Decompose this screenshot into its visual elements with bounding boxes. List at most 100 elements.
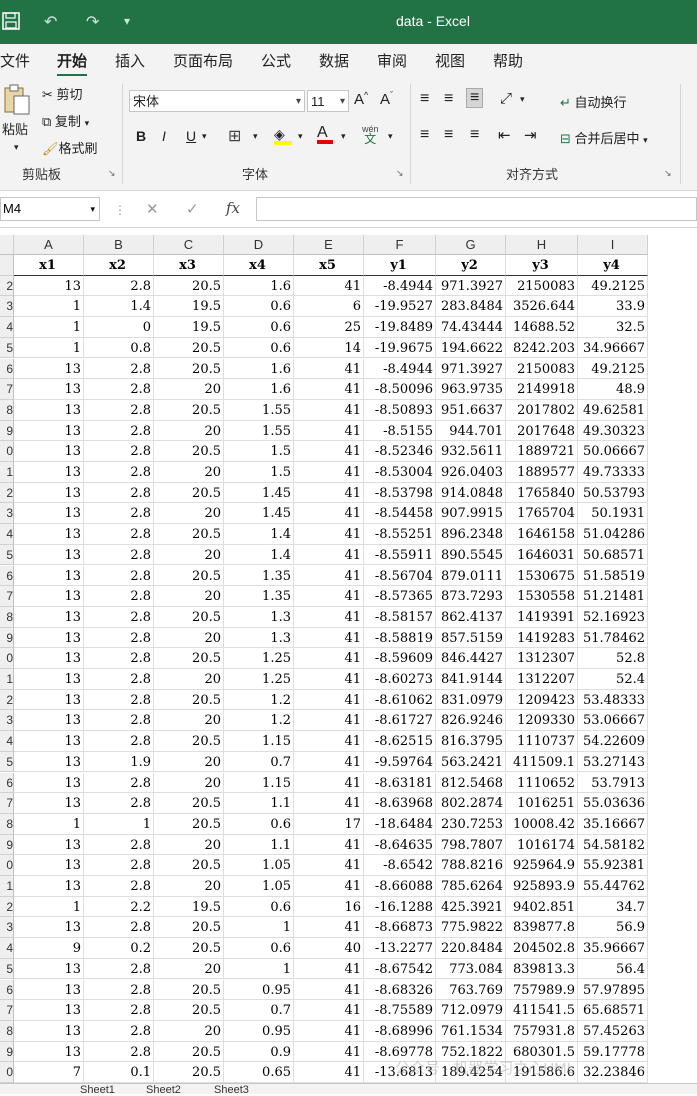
row-header[interactable]: 3	[0, 503, 14, 525]
table-cell[interactable]: 20	[154, 586, 224, 607]
table-cell[interactable]: 1419391	[506, 606, 578, 628]
row-header[interactable]: 9	[0, 627, 14, 649]
row-header[interactable]: 6	[0, 358, 14, 380]
table-cell[interactable]: 20	[154, 503, 224, 525]
table-cell[interactable]: -8.6542	[364, 855, 436, 876]
table-cell[interactable]: 932.5611	[436, 441, 506, 462]
font-dialog-launcher-icon[interactable]: ↘	[396, 168, 404, 179]
format-painter-button[interactable]: 🖌格式刷	[42, 138, 98, 157]
table-cell[interactable]: 41	[294, 689, 364, 711]
table-cell[interactable]: -13.6813	[364, 1062, 436, 1083]
clipboard-dialog-launcher-icon[interactable]: ↘	[108, 168, 116, 179]
table-cell[interactable]: 194.6622	[436, 337, 506, 359]
table-cell[interactable]: 802.2874	[436, 793, 506, 814]
table-cell[interactable]: 1530558	[506, 586, 578, 607]
bold-button[interactable]: B	[136, 128, 146, 144]
table-cell[interactable]: 19.5	[154, 296, 224, 318]
save-icon[interactable]	[2, 12, 20, 30]
table-cell[interactable]: 1.45	[224, 503, 294, 525]
table-cell[interactable]: 1.55	[224, 420, 294, 442]
table-cell[interactable]: 0.6	[224, 813, 294, 835]
align-middle-icon[interactable]: ≡	[444, 90, 453, 108]
table-cell[interactable]: 1	[224, 958, 294, 980]
header-cell[interactable]: x4	[224, 255, 294, 276]
table-cell[interactable]: 1110737	[506, 731, 578, 752]
table-cell[interactable]: 41	[294, 399, 364, 421]
table-cell[interactable]: 13	[14, 399, 84, 421]
table-cell[interactable]: 41	[294, 710, 364, 732]
border-icon[interactable]: ⊞	[228, 126, 241, 146]
table-cell[interactable]: -8.66088	[364, 876, 436, 897]
row-header[interactable]: 0	[0, 441, 14, 462]
table-cell[interactable]: 13	[14, 710, 84, 732]
table-cell[interactable]: 879.0111	[436, 565, 506, 587]
table-cell[interactable]: 54.58182	[578, 834, 648, 856]
table-cell[interactable]: 13	[14, 544, 84, 566]
table-cell[interactable]: 2.8	[84, 772, 154, 794]
table-cell[interactable]: 1.05	[224, 876, 294, 897]
table-cell[interactable]: 20.5	[154, 565, 224, 587]
table-cell[interactable]: 0	[84, 317, 154, 338]
table-cell[interactable]: 13	[14, 669, 84, 690]
table-cell[interactable]: 0.8	[84, 337, 154, 359]
table-cell[interactable]: 13	[14, 627, 84, 649]
table-cell[interactable]: 51.04286	[578, 524, 648, 545]
table-cell[interactable]: 56.9	[578, 917, 648, 939]
table-cell[interactable]: -8.58157	[364, 606, 436, 628]
table-cell[interactable]: 20	[154, 1020, 224, 1042]
table-cell[interactable]: 54.22609	[578, 731, 648, 752]
fill-color-dropdown-icon[interactable]: ▾	[298, 131, 303, 142]
phonetic-dropdown-icon[interactable]: ▾	[388, 131, 393, 142]
table-cell[interactable]: 1	[14, 813, 84, 835]
table-cell[interactable]: 773.084	[436, 958, 506, 980]
table-cell[interactable]: -19.9527	[364, 296, 436, 318]
table-cell[interactable]: 1016174	[506, 834, 578, 856]
table-cell[interactable]: -8.59609	[364, 648, 436, 669]
table-cell[interactable]: 41	[294, 917, 364, 939]
table-cell[interactable]: 57.97895	[578, 979, 648, 1001]
table-cell[interactable]: 1.2	[224, 710, 294, 732]
table-cell[interactable]: 52.16923	[578, 606, 648, 628]
table-cell[interactable]: 33.9	[578, 296, 648, 318]
table-cell[interactable]: 1.4	[84, 296, 154, 318]
row-header[interactable]: 5	[0, 544, 14, 566]
table-cell[interactable]: 41	[294, 420, 364, 442]
table-cell[interactable]: 1.5	[224, 441, 294, 462]
table-cell[interactable]: 13	[14, 917, 84, 939]
table-cell[interactable]: 2.8	[84, 275, 154, 297]
table-cell[interactable]: 2.8	[84, 482, 154, 504]
table-cell[interactable]: 2.8	[84, 855, 154, 876]
increase-font-size-icon[interactable]: A^	[354, 90, 368, 108]
table-cell[interactable]: 2.8	[84, 503, 154, 525]
table-cell[interactable]: -8.52346	[364, 441, 436, 462]
select-all-corner[interactable]	[0, 235, 14, 255]
table-cell[interactable]: 2.8	[84, 793, 154, 814]
table-cell[interactable]: 191586.6	[506, 1062, 578, 1083]
table-cell[interactable]: 2.8	[84, 1041, 154, 1063]
column-header[interactable]: C	[154, 235, 224, 255]
table-cell[interactable]: 13	[14, 482, 84, 504]
table-cell[interactable]: 19.5	[154, 896, 224, 918]
table-cell[interactable]: -8.67542	[364, 958, 436, 980]
row-header[interactable]: 9	[0, 1041, 14, 1063]
table-cell[interactable]: 839813.3	[506, 958, 578, 980]
table-cell[interactable]: 2.8	[84, 710, 154, 732]
table-cell[interactable]: -8.55251	[364, 524, 436, 545]
row-header[interactable]: 8	[0, 399, 14, 421]
tab-view[interactable]: 视图	[435, 50, 465, 71]
table-cell[interactable]: 1.6	[224, 275, 294, 297]
table-cell[interactable]: 20	[154, 627, 224, 649]
row-header[interactable]: 4	[0, 731, 14, 752]
table-cell[interactable]: -8.53798	[364, 482, 436, 504]
header-cell[interactable]: x5	[294, 255, 364, 276]
table-cell[interactable]: 1.6	[224, 358, 294, 380]
table-cell[interactable]: 1.25	[224, 669, 294, 690]
table-cell[interactable]: 2.8	[84, 917, 154, 939]
table-cell[interactable]: 34.7	[578, 896, 648, 918]
header-cell[interactable]: y4	[578, 255, 648, 276]
table-cell[interactable]: 971.3927	[436, 358, 506, 380]
column-header[interactable]: I	[578, 235, 648, 255]
table-cell[interactable]: 13	[14, 606, 84, 628]
table-cell[interactable]: 1419283	[506, 627, 578, 649]
table-cell[interactable]: 20	[154, 834, 224, 856]
